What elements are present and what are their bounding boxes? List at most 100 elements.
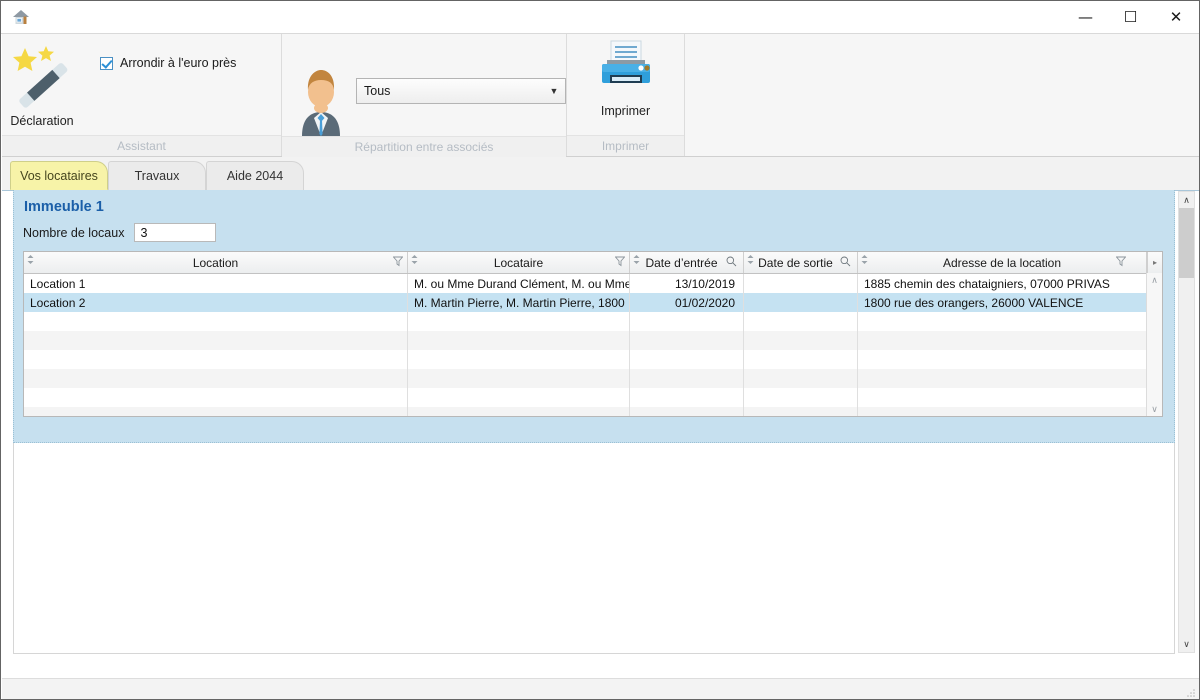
cell-date-sortie: [744, 274, 858, 293]
grid-column-header-location-label: Location: [192, 255, 239, 270]
tab-vos-locataires[interactable]: Vos locataires: [10, 161, 108, 190]
magic-wand-icon: [8, 40, 76, 108]
cell-date-entree: [630, 407, 744, 416]
sort-indicator-icon[interactable]: [633, 253, 640, 264]
cell-date-entree: [630, 388, 744, 407]
checkbox-box[interactable]: [100, 56, 113, 70]
tenants-grid: Location Locataire Date d’entrée Date de…: [23, 251, 1163, 417]
round-euro-checkbox[interactable]: Arrondir à l'euro près: [100, 56, 236, 70]
ribbon-group-partners: Tous ▼ Répartition entre associés: [282, 34, 567, 157]
ribbon-group-assistant: Déclaration Arrondir à l'euro près Assis…: [2, 34, 282, 156]
cell-date-sortie: [744, 388, 858, 407]
cell-location: Location 2: [24, 293, 408, 312]
table-row[interactable]: [24, 331, 1162, 350]
cell-date-entree: 01/02/2020: [630, 293, 744, 312]
page-scrollbar-thumb[interactable]: [1179, 208, 1194, 278]
print-button[interactable]: Imprimer: [586, 34, 666, 118]
page-scroll-down-button[interactable]: ∨: [1179, 636, 1194, 652]
tab-travaux[interactable]: Travaux: [108, 161, 206, 190]
cell-location: Location 1: [24, 274, 408, 293]
minimize-button[interactable]: —: [1063, 2, 1108, 33]
ribbon-group-title-assistant: Assistant: [2, 135, 281, 156]
sort-indicator-icon[interactable]: [861, 253, 868, 264]
grid-column-chooser-button[interactable]: ▸: [1147, 252, 1162, 273]
cell-locataire: M. Martin Pierre, M. Martin Pierre, 1800: [408, 293, 630, 312]
cell-adresse: [858, 388, 1147, 407]
partners-select-value: Tous: [364, 84, 391, 98]
grid-column-header-locataire-label: Locataire: [493, 255, 544, 270]
user-avatar-icon: [294, 62, 348, 136]
sort-indicator-icon[interactable]: [747, 253, 754, 264]
cell-locataire: M. ou Mme Durand Clément, M. ou Mme: [408, 274, 630, 293]
grid-column-header-adresse[interactable]: Adresse de la location: [858, 252, 1147, 273]
cell-locataire: [408, 350, 630, 369]
resize-grip[interactable]: [1184, 685, 1196, 697]
cell-location: [24, 331, 408, 350]
declaration-button-label: Déclaration: [10, 114, 74, 128]
cell-locataire: [408, 331, 630, 350]
partners-select[interactable]: Tous ▼: [356, 78, 566, 104]
tab-bar: Vos locataires Travaux Aide 2044: [2, 157, 1199, 191]
cell-date-sortie: [744, 312, 858, 331]
locals-count-row: Nombre de locaux 3: [23, 223, 217, 242]
grid-column-header-adresse-label: Adresse de la location: [942, 255, 1062, 270]
tab-vos-locataires-label: Vos locataires: [20, 168, 98, 183]
search-icon[interactable]: [840, 256, 851, 267]
declaration-button[interactable]: Déclaration: [2, 34, 82, 128]
grid-column-header-location[interactable]: Location: [24, 252, 408, 273]
home-icon[interactable]: [11, 7, 31, 27]
grid-scroll-down-button[interactable]: ∨: [1147, 402, 1162, 416]
tab-aide-2044[interactable]: Aide 2044: [206, 161, 304, 190]
chevron-down-icon[interactable]: ▼: [543, 86, 565, 96]
search-icon[interactable]: [726, 256, 737, 267]
cell-locataire: [408, 369, 630, 388]
maximize-button[interactable]: ☐: [1108, 2, 1153, 33]
sort-indicator-icon[interactable]: [411, 253, 418, 264]
sort-indicator-icon[interactable]: [27, 253, 34, 264]
table-row[interactable]: [24, 388, 1162, 407]
grid-column-header-date-entree-label: Date d’entrée: [645, 255, 718, 270]
table-row[interactable]: [24, 350, 1162, 369]
close-button[interactable]: ✕: [1153, 2, 1199, 33]
tab-travaux-label: Travaux: [134, 169, 180, 183]
grid-column-header-locataire[interactable]: Locataire: [408, 252, 630, 273]
cell-adresse: [858, 312, 1147, 331]
cell-adresse: [858, 407, 1147, 416]
cell-location: [24, 388, 408, 407]
title-bar: — ☐ ✕: [1, 1, 1199, 34]
cell-date-sortie: [744, 350, 858, 369]
page-scroll-up-button[interactable]: ∧: [1179, 192, 1194, 208]
cell-date-entree: [630, 369, 744, 388]
building-panel: Immeuble 1 Nombre de locaux 3 Location L…: [13, 190, 1175, 443]
table-row[interactable]: [24, 407, 1162, 416]
grid-column-header-date-sortie[interactable]: Date de sortie: [744, 252, 858, 273]
print-button-label: Imprimer: [600, 104, 651, 118]
cell-date-sortie: [744, 369, 858, 388]
filter-icon[interactable]: [392, 256, 404, 267]
table-row[interactable]: Location 1 M. ou Mme Durand Clément, M. …: [24, 274, 1162, 293]
grid-vertical-scrollbar[interactable]: ∧ ∨: [1146, 273, 1162, 416]
table-row[interactable]: [24, 312, 1162, 331]
table-row[interactable]: [24, 369, 1162, 388]
printer-icon: [598, 40, 654, 98]
page-vertical-scrollbar[interactable]: ∧ ∨: [1178, 191, 1195, 653]
round-euro-checkbox-label: Arrondir à l'euro près: [120, 56, 237, 70]
cell-locataire: [408, 388, 630, 407]
page-title: Immeuble 1: [24, 199, 104, 215]
cell-date-entree: 13/10/2019: [630, 274, 744, 293]
table-row[interactable]: Location 2 M. Martin Pierre, M. Martin P…: [24, 293, 1162, 312]
ribbon-toolbar: Déclaration Arrondir à l'euro près Assis…: [2, 34, 1199, 157]
status-bar: [2, 678, 1199, 699]
filter-icon[interactable]: [614, 256, 626, 267]
ribbon-group-print: Imprimer Imprimer: [567, 34, 685, 156]
cell-locataire: [408, 407, 630, 416]
cell-adresse: [858, 350, 1147, 369]
filter-icon[interactable]: [1115, 256, 1127, 267]
ribbon-group-title-partners: Répartition entre associés: [282, 136, 566, 157]
grid-scroll-up-button[interactable]: ∧: [1147, 273, 1162, 288]
cell-adresse: [858, 331, 1147, 350]
grid-column-header-date-entree[interactable]: Date d’entrée: [630, 252, 744, 273]
locals-count-input[interactable]: 3: [134, 223, 217, 242]
cell-location: [24, 369, 408, 388]
cell-adresse: 1885 chemin des chataigniers, 07000 PRIV…: [858, 274, 1147, 293]
